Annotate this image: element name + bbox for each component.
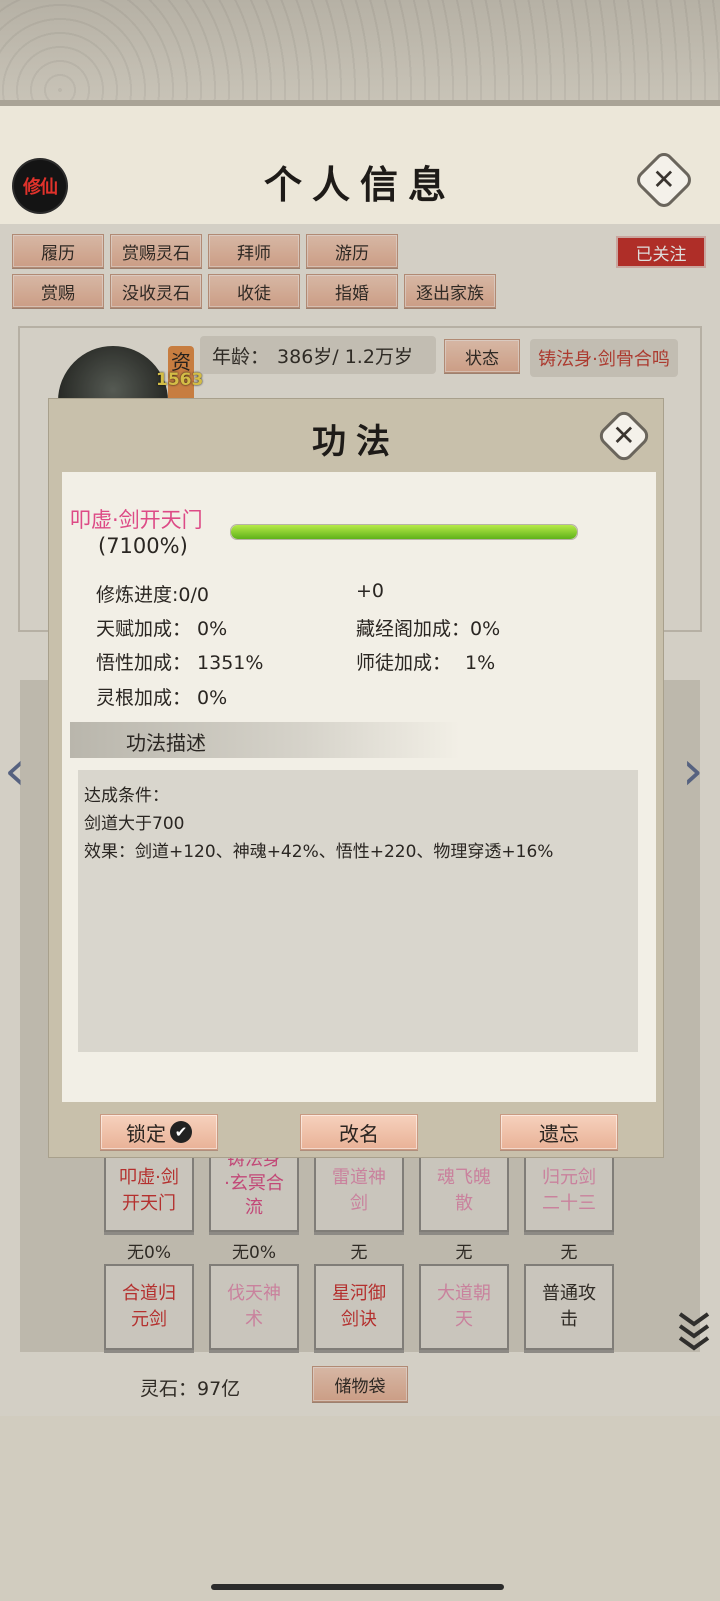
mentor-bonus: 师徒加成： 1% bbox=[356, 652, 496, 674]
forget-button[interactable]: 遗忘 bbox=[500, 1114, 618, 1150]
spirit-root-bonus: 灵根加成： 0% bbox=[96, 687, 228, 709]
skill-percent: (7100%) bbox=[98, 534, 188, 558]
skill-progress-fill bbox=[231, 525, 577, 539]
description-line: 效果：剑道+120、神魂+42%、悟性+220、物理穿透+16% bbox=[84, 842, 554, 862]
cultivation-bonus: +0 bbox=[356, 580, 385, 602]
skill-progress-bar bbox=[230, 524, 578, 540]
page-title: 个人信息 bbox=[263, 162, 456, 207]
description-line: 剑道大于700 bbox=[84, 814, 185, 834]
lock-button[interactable]: 锁定 ✔ bbox=[100, 1114, 218, 1150]
rename-button[interactable]: 改名 bbox=[300, 1114, 418, 1150]
close-icon: ✕ bbox=[652, 163, 676, 196]
close-icon: ✕ bbox=[612, 419, 636, 452]
description-line: 达成条件： bbox=[84, 786, 169, 806]
comprehension-bonus: 悟性加成： 1351% bbox=[96, 652, 264, 674]
modal-title: 功法 bbox=[312, 422, 400, 462]
home-indicator[interactable] bbox=[211, 1584, 504, 1590]
talent-bonus: 天赋加成： 0% bbox=[96, 618, 228, 640]
cultivation-progress: 修炼进度:0/0 bbox=[96, 584, 209, 606]
skill-name: 叩虚·剑开天门 bbox=[70, 508, 203, 532]
bottom-area bbox=[0, 1416, 720, 1601]
description-title: 功法描述 bbox=[126, 731, 206, 755]
top-decor-band bbox=[0, 0, 720, 106]
library-bonus: 藏经阁加成：0% bbox=[356, 618, 501, 640]
check-icon: ✔ bbox=[170, 1121, 192, 1143]
xiuxian-seal-icon: 修仙 bbox=[14, 160, 66, 212]
